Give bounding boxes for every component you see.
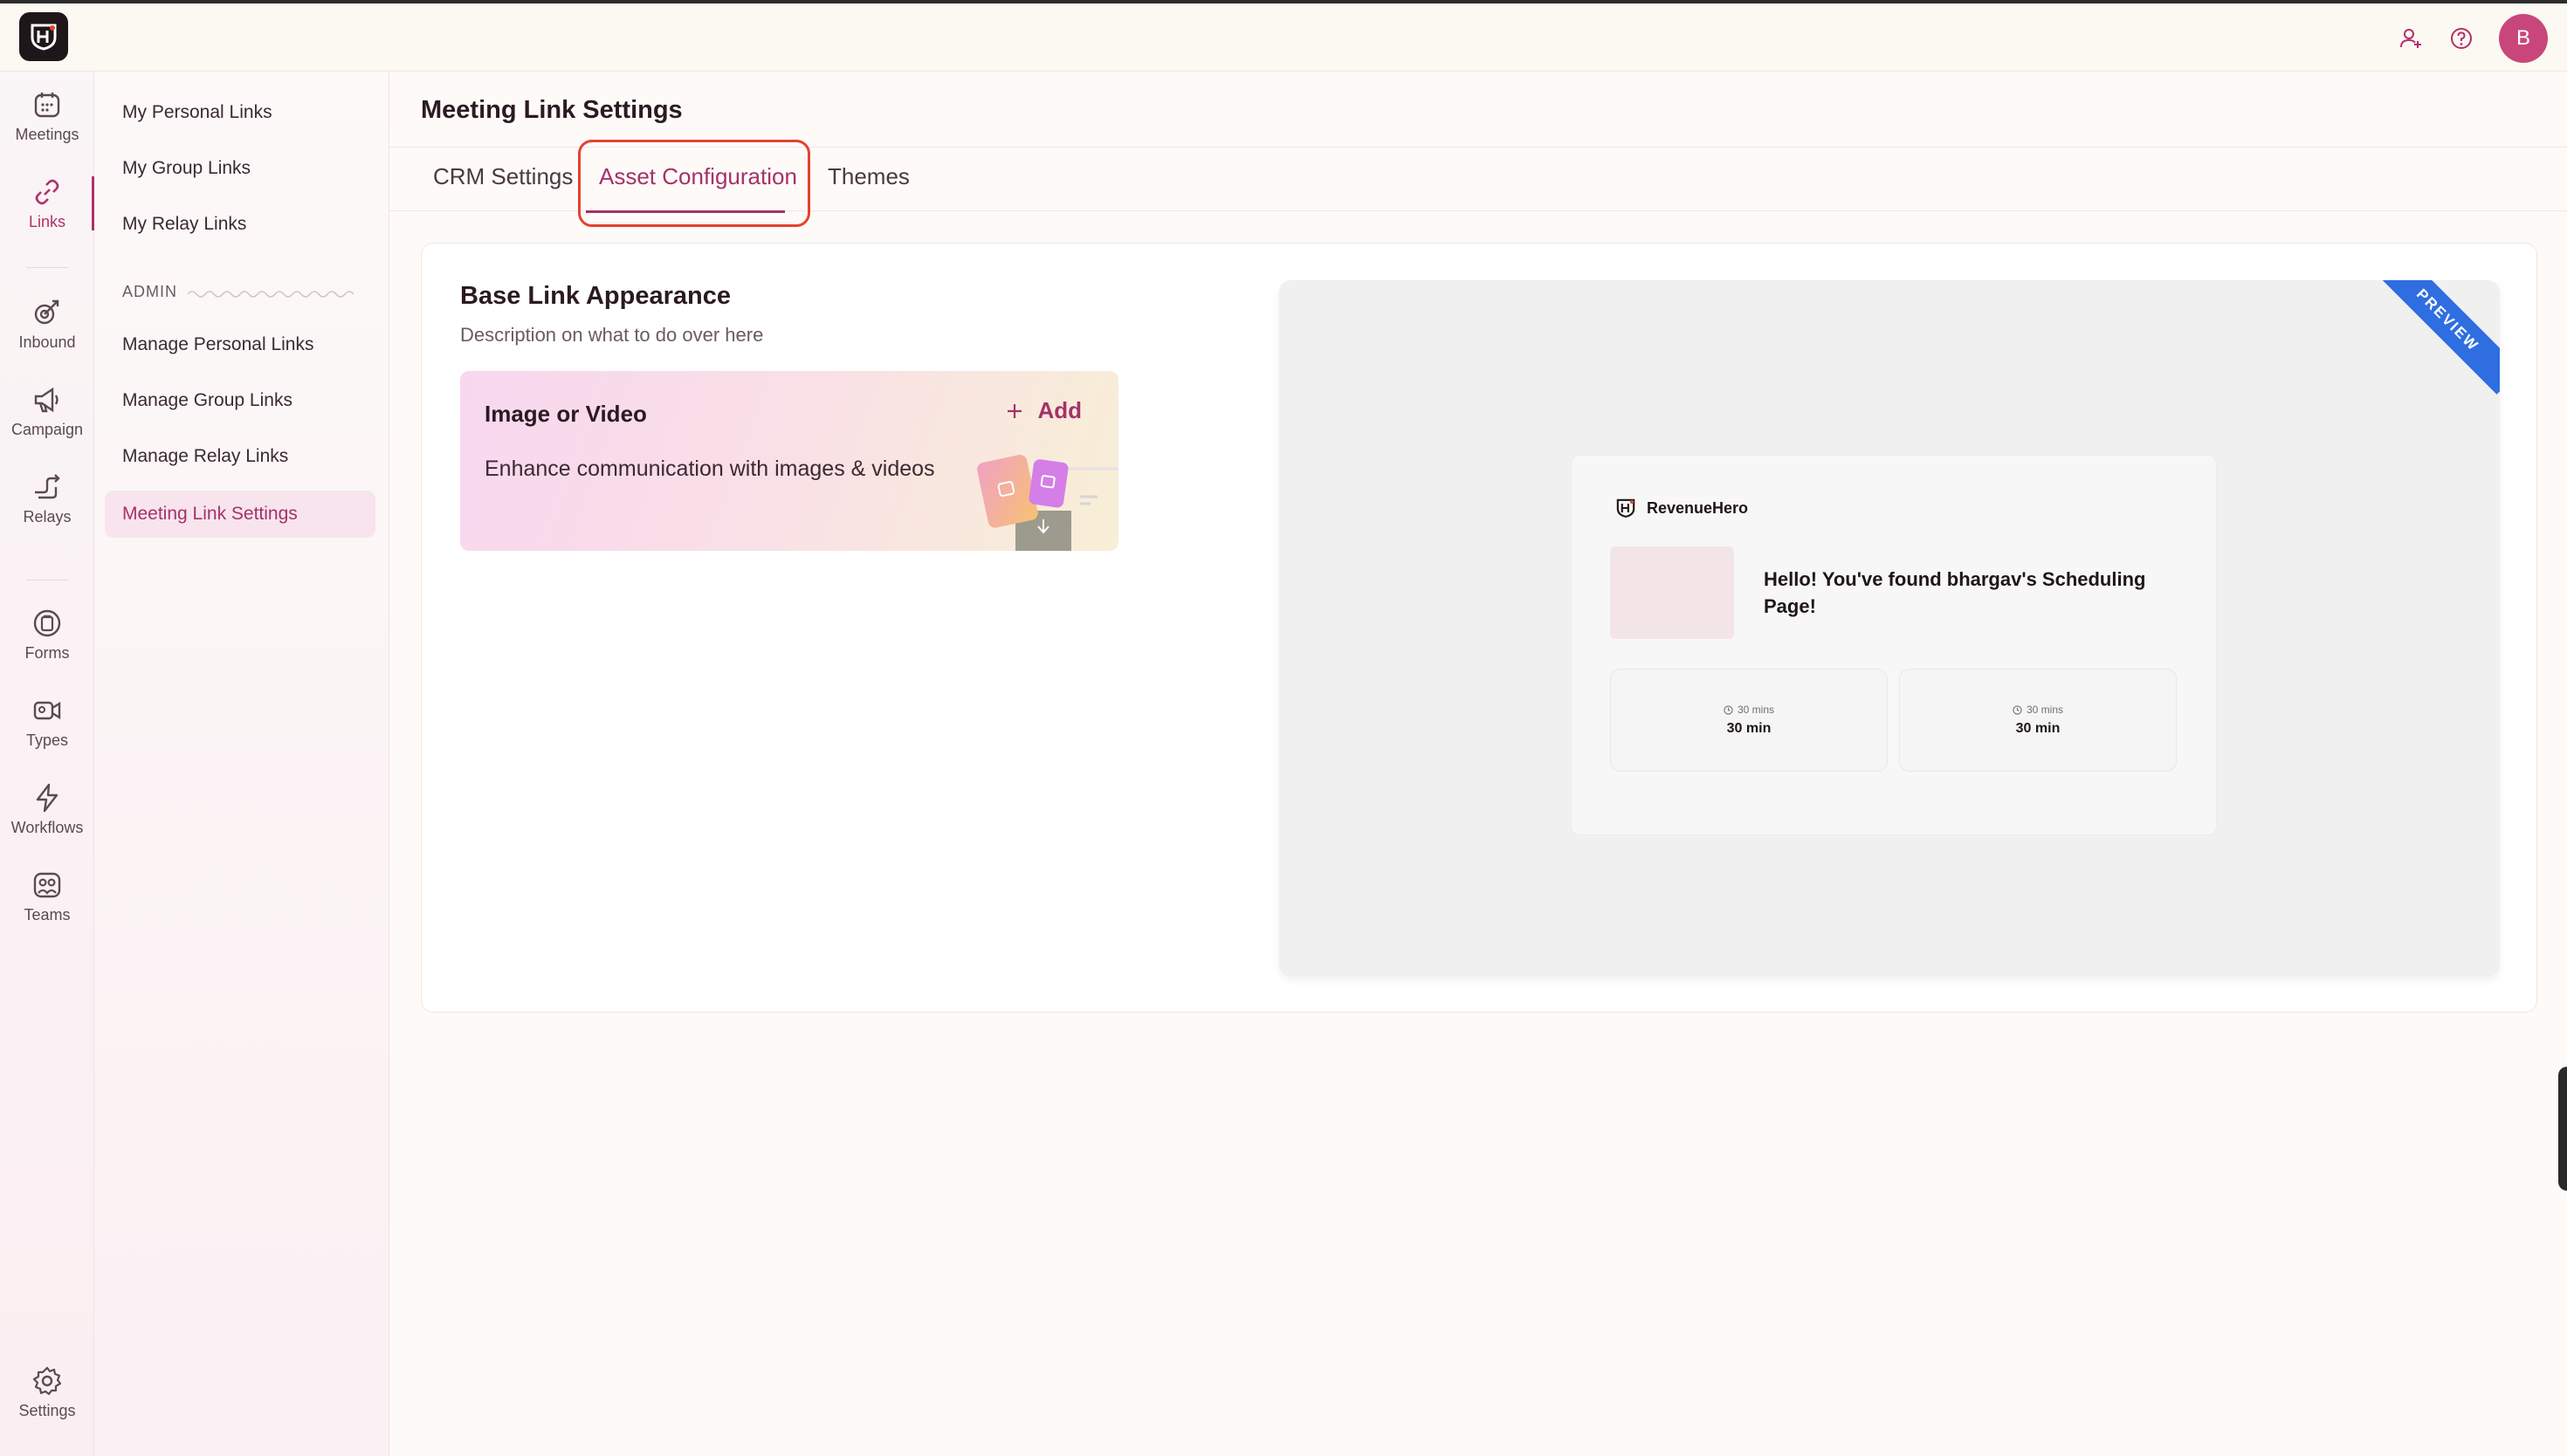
meeting-duration-meta: 30 mins (1724, 704, 1774, 716)
main-content: Meeting Link Settings CRM Settings Asset… (389, 72, 2567, 1456)
meta-text: 30 mins (2026, 704, 2064, 716)
admin-section-label: ADMIN (122, 283, 354, 301)
image-or-video-asset: Image or Video Enhance communication wit… (460, 371, 1118, 551)
inbound-icon (34, 299, 59, 324)
preview-ribbon: PREVIEW (2373, 280, 2500, 395)
scheduling-page-mock: RevenueHero Hello! You've found bhargav'… (1571, 455, 2217, 835)
rail-label: Teams (24, 905, 71, 924)
add-asset-button[interactable]: Add (1006, 397, 1082, 424)
rail-item-teams[interactable]: Teams (0, 857, 94, 936)
base-link-appearance-card: Base Link Appearance Description on what… (421, 243, 2537, 1013)
subnav-item-manage-group-links[interactable]: Manage Group Links (105, 377, 375, 424)
subnav-item-my-relay-links[interactable]: My Relay Links (105, 201, 375, 248)
rail-item-meetings[interactable]: Meetings (0, 77, 94, 155)
meeting-type-title: 30 min (2015, 721, 2061, 736)
brand-logo-icon (1616, 498, 1635, 518)
side-panel-handle[interactable] (2558, 1067, 2567, 1191)
subnav-item-my-personal-links[interactable]: My Personal Links (105, 89, 375, 136)
top-bar: B (0, 3, 2567, 72)
rail-label: Forms (24, 643, 70, 662)
brand-name: RevenueHero (1647, 498, 1749, 517)
tab-highlight-annotation (578, 140, 810, 227)
meeting-type-title: 30 min (1726, 721, 1772, 736)
app-logo[interactable] (19, 12, 68, 61)
media-illustration-icon (977, 455, 1118, 551)
link-preview-panel: PREVIEW RevenueHero Hello! You've found … (1279, 280, 2500, 977)
teams-icon (33, 872, 61, 897)
meeting-type-card: 30 mins 30 min (1610, 669, 1888, 772)
rail-label: Links (28, 212, 66, 230)
subnav-item-manage-relay-links[interactable]: Manage Relay Links (105, 433, 375, 480)
plus-icon (1008, 403, 1022, 418)
add-user-icon[interactable] (2398, 25, 2424, 52)
link-icon (35, 179, 59, 204)
rail-label: Campaign (10, 420, 84, 438)
rail-label: Settings (18, 1401, 76, 1419)
lightning-icon (36, 783, 58, 812)
clock-icon (1724, 704, 1733, 715)
rail-label: Relays (23, 507, 72, 525)
rail-item-relays[interactable]: Relays (0, 459, 94, 538)
rail-item-workflows[interactable]: Workflows (0, 770, 94, 848)
relay-icon (35, 473, 60, 498)
add-label: Add (1037, 397, 1082, 423)
rail-item-forms[interactable]: Forms (0, 595, 94, 674)
admin-label-text: ADMIN (122, 283, 177, 300)
rail-label: Types (25, 731, 69, 749)
asset-title: Image or Video (485, 401, 647, 427)
rail-item-types[interactable]: Types (0, 683, 94, 761)
wavy-divider-icon (188, 290, 354, 298)
asset-description: Enhance communication with images & vide… (485, 457, 935, 481)
links-subnav: My Personal Links My Group Links My Rela… (94, 72, 389, 1456)
forms-icon (33, 609, 61, 636)
help-icon[interactable] (2448, 25, 2474, 52)
meeting-duration-meta: 30 mins (2013, 704, 2063, 716)
clock-icon (2013, 704, 2022, 715)
meeting-type-card: 30 mins 30 min (1899, 669, 2177, 772)
top-actions: B (2398, 14, 2548, 63)
meta-text: 30 mins (1737, 704, 1775, 716)
mock-brand: RevenueHero (1615, 498, 1748, 519)
revenuehero-logo-icon (31, 24, 57, 51)
section-description: Description on what to do over here (460, 324, 764, 346)
rail-label: Meetings (15, 125, 79, 143)
rail-item-inbound[interactable]: Inbound (0, 285, 94, 363)
mock-image-placeholder (1610, 546, 1734, 639)
tab-crm-settings[interactable]: CRM Settings (433, 163, 573, 190)
user-avatar[interactable]: B (2499, 14, 2548, 63)
megaphone-icon (34, 387, 58, 412)
rail-item-settings[interactable]: Settings (0, 1353, 94, 1432)
page-title: Meeting Link Settings (421, 96, 683, 124)
section-title: Base Link Appearance (460, 282, 731, 310)
rail-divider (26, 267, 68, 268)
rail-label: Workflows (10, 818, 84, 836)
rail-item-links[interactable]: Links (0, 164, 95, 243)
subnav-item-meeting-link-settings[interactable]: Meeting Link Settings (105, 491, 375, 538)
gear-icon (32, 1366, 62, 1395)
tab-themes[interactable]: Themes (828, 163, 910, 190)
subnav-item-manage-personal-links[interactable]: Manage Personal Links (105, 321, 375, 368)
rail-label: Inbound (18, 333, 76, 351)
rail-item-campaign[interactable]: Campaign (0, 372, 94, 450)
subnav-item-my-group-links[interactable]: My Group Links (105, 145, 375, 192)
calendar-icon (34, 92, 60, 117)
primary-nav-rail: Meetings Links Inbound Campaign Relays F… (0, 72, 95, 1456)
mock-heading: Hello! You've found bhargav's Scheduling… (1764, 568, 2146, 617)
video-icon (33, 701, 61, 719)
